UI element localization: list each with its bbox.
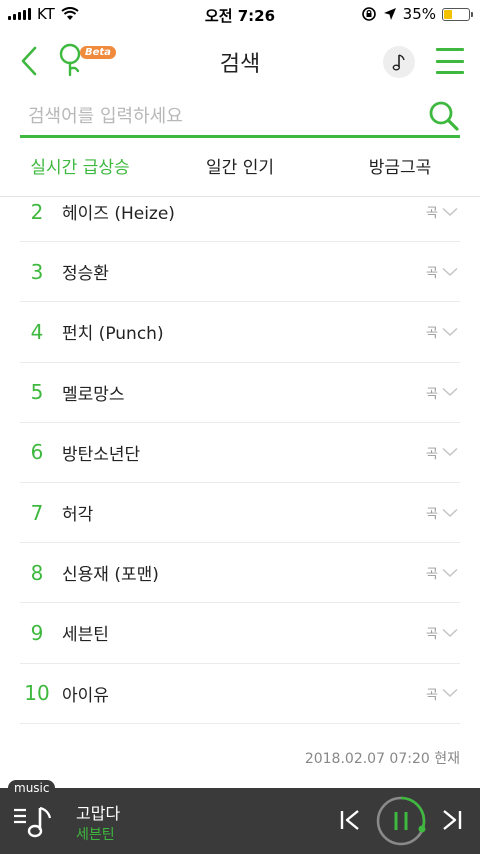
song-title: 고맙다 xyxy=(76,804,121,823)
rank-number: 4 xyxy=(30,319,44,344)
status-right: 35% xyxy=(361,5,473,23)
hamburger-menu-icon[interactable] xyxy=(436,48,464,74)
battery-percent: 35% xyxy=(402,5,436,23)
chevron-down-icon[interactable] xyxy=(442,267,458,277)
previous-icon[interactable] xyxy=(338,808,362,832)
next-icon[interactable] xyxy=(440,808,464,832)
rank-number: 9 xyxy=(30,620,44,645)
artist-name: 멜로망스 xyxy=(62,384,125,405)
search-input[interactable] xyxy=(20,98,420,134)
rank-number: 6 xyxy=(30,440,44,465)
item-type-label: 곡 xyxy=(426,627,438,643)
list-item[interactable]: 4 펀치 (Punch) 곡 xyxy=(20,302,460,363)
chevron-down-icon[interactable] xyxy=(442,688,458,698)
search-bar xyxy=(20,98,460,138)
pause-icon[interactable] xyxy=(375,795,427,847)
item-type-label: 곡 xyxy=(426,266,438,282)
artist-name: 정승환 xyxy=(62,264,109,285)
location-icon xyxy=(383,8,396,20)
list-item[interactable]: 9 세븐틴 곡 xyxy=(20,603,460,664)
search-button[interactable] xyxy=(428,100,460,132)
list-item[interactable]: 10 아이유 곡 xyxy=(20,664,460,724)
playlist-icon[interactable] xyxy=(12,804,52,840)
rank-number: 10 xyxy=(24,681,50,706)
artist-name: 아이유 xyxy=(62,685,109,706)
chevron-down-icon[interactable] xyxy=(442,628,458,638)
artist-name: 허각 xyxy=(62,505,94,526)
item-type-label: 곡 xyxy=(426,507,438,523)
artist-name: 펀치 (Punch) xyxy=(62,324,164,345)
item-type-label: 곡 xyxy=(426,206,438,222)
list-item[interactable]: 6 방탄소년단 곡 xyxy=(20,423,460,483)
back-chevron-icon xyxy=(21,46,37,76)
list-item[interactable]: 2 헤이즈 (Heize) 곡 xyxy=(20,182,460,243)
item-type-label: 곡 xyxy=(426,446,438,462)
chevron-down-icon[interactable] xyxy=(442,508,458,518)
battery-icon xyxy=(442,7,473,21)
rank-number: 8 xyxy=(30,560,44,585)
artist-name: 세븐틴 xyxy=(62,625,109,646)
chevron-down-icon[interactable] xyxy=(442,447,458,457)
item-type-label: 곡 xyxy=(426,386,438,402)
beta-badge: Beta xyxy=(80,46,116,59)
mini-player: music 고맙다 세븐틴 xyxy=(0,780,480,854)
item-type-label: 곡 xyxy=(426,687,438,703)
list-item[interactable]: 7 허각 곡 xyxy=(20,483,460,544)
music-note-icon xyxy=(392,54,405,71)
artist-name: 방탄소년단 xyxy=(62,444,141,465)
chevron-down-icon[interactable] xyxy=(442,207,458,217)
chart-timestamp: 2018.02.07 07:20 현재 xyxy=(304,751,460,767)
chart-list: 2 헤이즈 (Heize) 곡 3 정승환 곡 4 펀치 (Punch) 곡 5… xyxy=(20,182,460,724)
logo[interactable]: Beta xyxy=(58,42,116,78)
header: Beta 검색 xyxy=(0,36,480,86)
status-bar: KT 오전 7:26 35% xyxy=(0,0,480,28)
artist-name: 신용재 (포맨) xyxy=(62,565,159,586)
item-type-label: 곡 xyxy=(426,567,438,583)
list-item[interactable]: 8 신용재 (포맨) 곡 xyxy=(20,543,460,604)
orientation-lock-icon xyxy=(361,7,376,21)
chevron-down-icon[interactable] xyxy=(442,387,458,397)
back-button[interactable] xyxy=(14,44,44,78)
rank-number: 7 xyxy=(30,500,44,525)
list-item[interactable]: 3 정승환 곡 xyxy=(20,242,460,303)
artist-name: 헤이즈 (Heize) xyxy=(62,204,175,225)
music-label: music xyxy=(8,780,56,796)
item-type-label: 곡 xyxy=(426,326,438,342)
rank-number: 2 xyxy=(30,199,44,224)
chevron-down-icon[interactable] xyxy=(442,327,458,337)
rank-number: 5 xyxy=(30,380,44,405)
battery-level xyxy=(444,9,453,19)
search-icon xyxy=(429,101,459,131)
music-note-button[interactable] xyxy=(383,46,415,78)
song-artist: 세븐틴 xyxy=(76,827,115,843)
list-item[interactable]: 5 멜로망스 곡 xyxy=(20,363,460,423)
rank-number: 3 xyxy=(30,259,44,284)
chevron-down-icon[interactable] xyxy=(442,568,458,578)
